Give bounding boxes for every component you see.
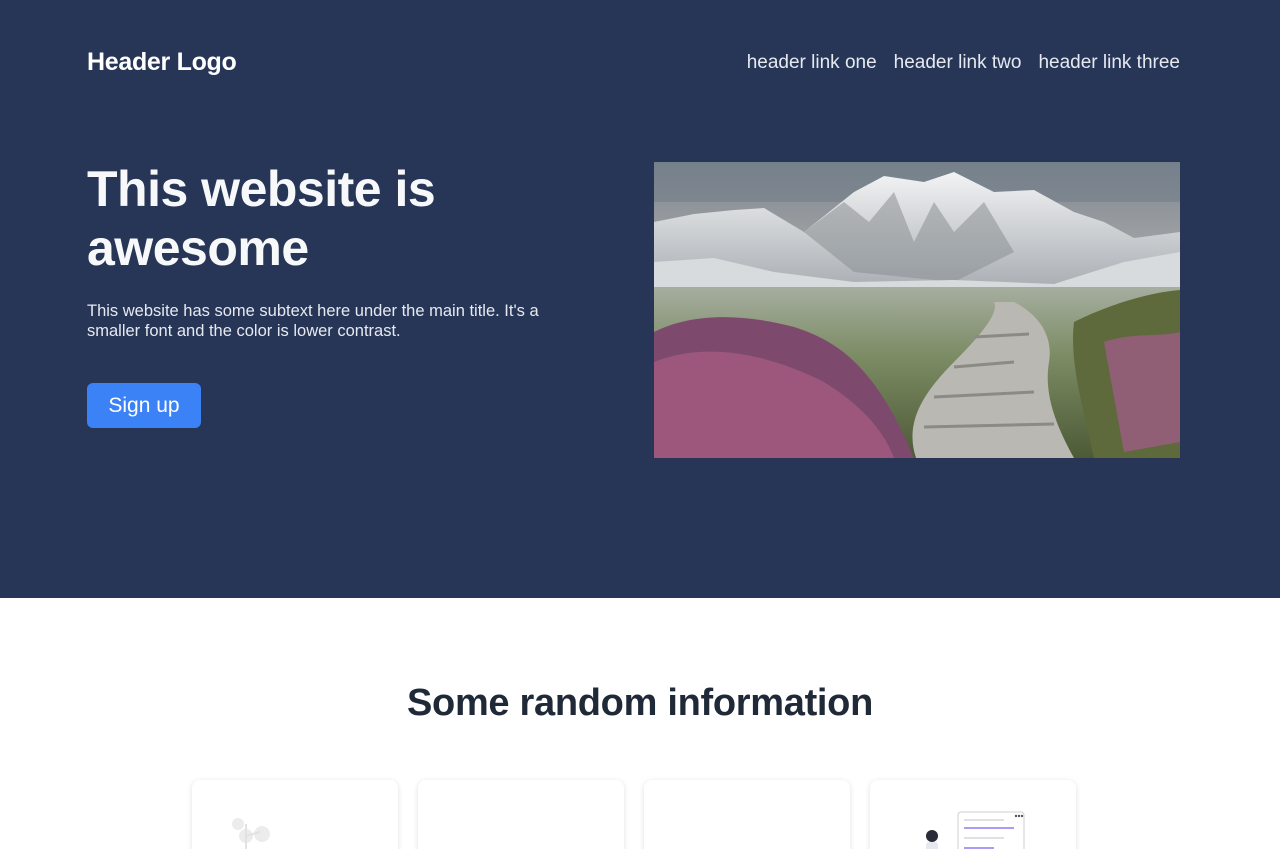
header-logo[interactable]: Header Logo [87, 48, 237, 77]
hero-section: Header Logo header link one header link … [0, 0, 1280, 598]
hero-image [654, 162, 1180, 458]
signup-button[interactable]: Sign up [87, 383, 201, 428]
info-card-3[interactable] [644, 780, 850, 849]
plant-illustration-icon [232, 818, 270, 849]
person-dashboard-illustration-icon [926, 811, 1025, 849]
header-nav: header link one header link two header l… [747, 52, 1180, 74]
header-link-three[interactable]: header link three [1038, 52, 1180, 74]
info-card-2[interactable] [418, 780, 624, 849]
mountain-landscape-image [654, 162, 1180, 458]
header-link-two[interactable]: header link two [894, 52, 1022, 74]
info-card-1[interactable] [192, 780, 398, 849]
header-link-one[interactable]: header link one [747, 52, 877, 74]
section-title: Some random information [406, 682, 874, 724]
info-card-4[interactable] [870, 780, 1076, 849]
hero-title: This website is awesome [87, 161, 436, 276]
hero-subtitle: This website has some subtext here under… [87, 302, 539, 340]
